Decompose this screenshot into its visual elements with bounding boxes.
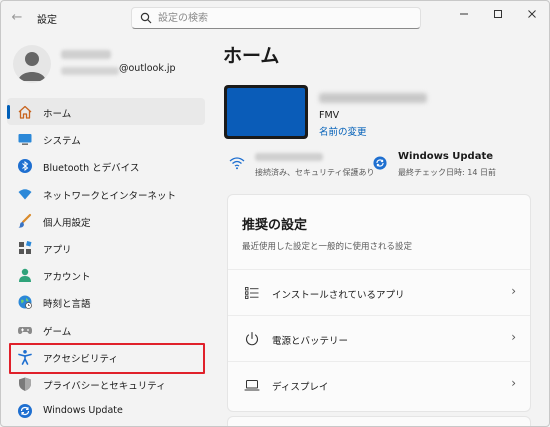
windows-update-title: Windows Update <box>398 151 494 162</box>
profile-email-suffix: @outlook.jp <box>119 63 176 74</box>
app-title: 設定 <box>37 15 57 26</box>
device-name-redacted <box>319 93 427 103</box>
search-icon <box>140 12 152 24</box>
sidebar-item-apps[interactable]: アプリ <box>7 234 205 261</box>
accessibility-highlight-frame <box>9 343 205 374</box>
device-model: FMV <box>319 110 340 121</box>
sidebar-item-system[interactable]: システム <box>7 125 205 152</box>
close-button[interactable] <box>515 1 549 27</box>
recommended-item-label: ディスプレイ <box>272 382 329 393</box>
home-icon <box>18 105 32 119</box>
maximize-icon <box>494 10 502 18</box>
user-profile[interactable]: @outlook.jp <box>13 45 203 85</box>
recommended-item-display[interactable]: ディスプレイ › <box>228 361 530 407</box>
recommended-item-power-battery[interactable]: 電源とバッテリー › <box>228 315 530 361</box>
caption-buttons <box>447 1 549 29</box>
settings-window: ← 設定 設定の検索 @outlook.jp ホーム システム Bluetoot… <box>0 0 550 427</box>
sidebar-item-label: アプリ <box>43 244 72 256</box>
device-screen <box>227 88 305 136</box>
sidebar-item-label: ホーム <box>43 109 72 120</box>
maximize-button[interactable] <box>481 1 515 27</box>
recommended-settings-card: 推奨の設定 最近使用した設定と一般的に使用される設定 インストールされているアプ… <box>227 194 531 412</box>
sidebar-item-windows-update[interactable]: Windows Update <box>7 397 205 424</box>
laptop-icon <box>244 380 260 391</box>
sidebar-item-label: プライバシーとセキュリティ <box>43 380 166 392</box>
windows-update-last-check: 最終チェック日時: 14 日前 <box>398 168 496 177</box>
person-icon <box>19 268 31 283</box>
shield-icon <box>19 377 31 391</box>
wifi-status-text: 接続済み、セキュリティ保護あり <box>255 168 375 177</box>
gamepad-icon <box>18 326 32 334</box>
chevron-right-icon: › <box>511 330 516 344</box>
close-icon <box>528 10 536 18</box>
title-bar: ← 設定 <box>1 1 549 35</box>
monitor-icon <box>18 134 32 145</box>
minimize-button[interactable] <box>447 1 481 27</box>
recommended-item-label: インストールされているアプリ <box>272 290 405 301</box>
sidebar-item-label: アカウント <box>43 272 91 284</box>
recommended-item-label: 電源とバッテリー <box>272 336 349 347</box>
sidebar-item-label: Bluetooth とデバイス <box>43 163 140 175</box>
page-title: ホーム <box>223 45 280 67</box>
sidebar-item-personalization[interactable]: 個人用設定 <box>7 207 205 234</box>
device-thumbnail <box>224 85 308 139</box>
sidebar-item-time-language[interactable]: 時刻と言語 <box>7 288 205 315</box>
apps-icon <box>19 240 32 254</box>
sidebar-item-label: 個人用設定 <box>43 217 91 229</box>
sidebar-nav: ホーム システム Bluetooth とデバイス ネットワークとインターネット <box>7 98 205 424</box>
bluetooth-icon <box>18 159 32 174</box>
search-input[interactable] <box>158 10 413 26</box>
brush-icon <box>18 213 32 228</box>
chevron-right-icon: › <box>511 376 516 390</box>
windows-update-tile[interactable]: Windows Update 最終チェック日時: 14 日前 <box>373 151 533 179</box>
sidebar-item-label: 時刻と言語 <box>43 299 91 311</box>
sidebar-item-label: システム <box>43 136 81 148</box>
sidebar-item-home[interactable]: ホーム <box>7 98 205 126</box>
chevron-right-icon: › <box>511 284 516 298</box>
avatar <box>13 45 51 83</box>
back-arrow-icon: ← <box>11 10 23 25</box>
wifi-icon <box>18 188 32 200</box>
sync-icon <box>373 156 387 170</box>
sidebar-item-label: Windows Update <box>43 405 123 417</box>
power-icon <box>246 331 258 346</box>
sidebar-item-gaming[interactable]: ゲーム <box>7 316 205 343</box>
card-subtitle: 最近使用した設定と一般的に使用される設定 <box>242 242 413 252</box>
wifi-icon <box>229 157 245 170</box>
rename-link[interactable]: 名前の変更 <box>319 124 367 138</box>
profile-email-redacted <box>61 67 119 75</box>
next-card-partial <box>227 416 531 426</box>
list-icon <box>245 287 259 299</box>
person-avatar-icon <box>18 52 46 81</box>
recommended-item-installed-apps[interactable]: インストールされているアプリ › <box>228 269 530 315</box>
back-button[interactable]: ← <box>7 9 27 27</box>
wifi-status-tile[interactable]: 接続済み、セキュリティ保護あり <box>229 153 375 179</box>
sidebar-item-label: ネットワークとインターネット <box>43 190 177 202</box>
profile-name-redacted <box>61 50 111 59</box>
search-box[interactable] <box>131 7 421 29</box>
sidebar-item-bluetooth[interactable]: Bluetooth とデバイス <box>7 152 205 179</box>
globe-clock-icon <box>18 295 32 310</box>
wifi-ssid-redacted <box>255 153 323 161</box>
sidebar-item-accounts[interactable]: アカウント <box>7 261 205 288</box>
card-title: 推奨の設定 <box>242 218 308 233</box>
sidebar-item-label: ゲーム <box>43 326 72 338</box>
sidebar-item-network[interactable]: ネットワークとインターネット <box>7 180 205 207</box>
minimize-icon <box>460 13 468 15</box>
sync-icon <box>18 404 32 419</box>
